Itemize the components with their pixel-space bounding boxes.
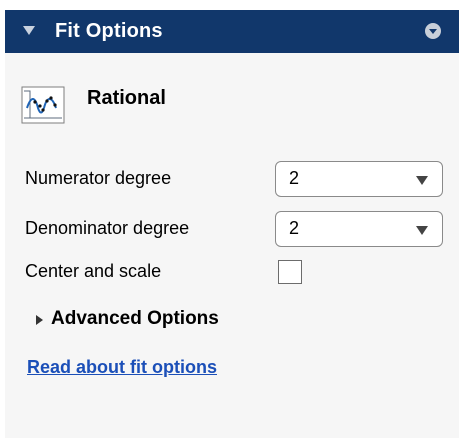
expand-arrow-icon[interactable]: [36, 315, 43, 325]
panel-menu-icon[interactable]: [425, 23, 441, 39]
numerator-degree-value: 2: [289, 168, 300, 188]
fit-options-help-link[interactable]: Read about fit options: [27, 357, 217, 378]
chevron-down-icon: [416, 176, 428, 185]
advanced-options-toggle[interactable]: Advanced Options: [51, 308, 219, 330]
fit-options-panel: Fit Options Rational Numerator degree 2 …: [5, 10, 459, 438]
panel-title: Fit Options: [55, 20, 163, 42]
numerator-degree-label: Numerator degree: [25, 168, 172, 188]
center-scale-checkbox[interactable]: [278, 260, 302, 284]
chevron-down-icon: [416, 226, 428, 235]
denominator-degree-label: Denominator degree: [25, 218, 190, 238]
collapse-arrow-icon[interactable]: [23, 26, 35, 35]
fit-type-label: Rational: [87, 87, 166, 109]
denominator-degree-value: 2: [289, 218, 300, 238]
center-scale-label: Center and scale: [25, 261, 162, 281]
panel-header[interactable]: Fit Options: [5, 10, 459, 53]
numerator-degree-select[interactable]: 2: [275, 161, 443, 197]
rational-fit-icon: [21, 86, 65, 124]
denominator-degree-select[interactable]: 2: [275, 211, 443, 247]
